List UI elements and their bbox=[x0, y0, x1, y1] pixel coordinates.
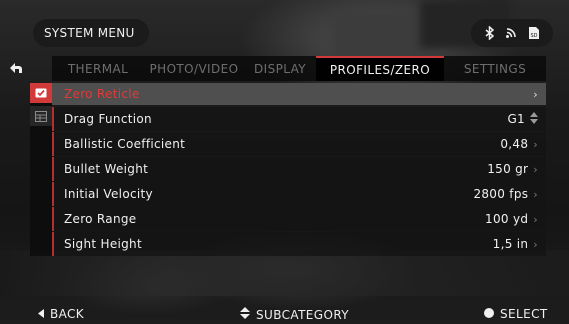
bluetooth-icon bbox=[484, 26, 495, 40]
list-item-label: Zero Range bbox=[64, 212, 137, 226]
back-hint[interactable]: BACK bbox=[38, 307, 84, 321]
tab-profiles-zero[interactable]: PROFILES/ZERO bbox=[316, 56, 444, 81]
tab-photo-video[interactable]: PHOTO/VIDEO bbox=[144, 56, 244, 81]
back-arrow-icon[interactable] bbox=[9, 60, 23, 74]
chevron-right-icon: › bbox=[533, 162, 538, 176]
list-item-initial-velocity[interactable]: Initial Velocity 2800 fps › bbox=[52, 182, 546, 206]
chevron-right-icon: › bbox=[533, 137, 538, 151]
list-item-label: Sight Height bbox=[64, 237, 142, 251]
list-item-label: Drag Function bbox=[64, 112, 152, 126]
list-item-label: Ballistic Coefficient bbox=[64, 137, 186, 151]
back-label: BACK bbox=[50, 307, 85, 321]
up-down-arrows-icon bbox=[240, 307, 250, 322]
tab-settings[interactable]: SETTINGS bbox=[444, 56, 546, 81]
list-item-label: Initial Velocity bbox=[64, 187, 153, 201]
list-item-zero-reticle[interactable]: Zero Reticle › bbox=[52, 83, 546, 105]
sd-card-icon: SD bbox=[528, 26, 540, 40]
list-item-value: 2800 fps bbox=[473, 187, 529, 201]
tab-display[interactable]: DISPLAY bbox=[244, 56, 316, 81]
select-label: SELECT bbox=[500, 307, 548, 321]
system-menu-title: SYSTEM MENU bbox=[33, 19, 149, 47]
checkmark-icon[interactable] bbox=[30, 83, 52, 103]
list-item-ballistic-coefficient[interactable]: Ballistic Coefficient 0,48 › bbox=[52, 132, 546, 156]
subcategory-label: SUBCATEGORY bbox=[256, 307, 350, 322]
triangle-left-icon bbox=[38, 307, 44, 321]
page-title: SYSTEM MENU bbox=[44, 26, 135, 40]
list-item-label: Zero Reticle bbox=[64, 87, 140, 101]
list-item-value: 0,48 bbox=[500, 137, 529, 151]
list-item-zero-range[interactable]: Zero Range 100 yd › bbox=[52, 207, 546, 231]
table-icon[interactable] bbox=[30, 106, 52, 126]
list-item-sight-height[interactable]: Sight Height 1,5 in › bbox=[52, 232, 546, 256]
chevron-right-icon: › bbox=[533, 87, 538, 101]
list-item-value: 1,5 in bbox=[492, 237, 529, 251]
svg-text:SD: SD bbox=[531, 33, 538, 39]
footer-hints: BACK SUBCATEGORY SELECT bbox=[0, 304, 569, 324]
chevron-right-icon: › bbox=[533, 212, 538, 226]
circle-button-icon bbox=[484, 307, 494, 321]
list-item-drag-function[interactable]: Drag Function G1 bbox=[52, 107, 546, 131]
status-bar: SD bbox=[471, 19, 553, 47]
list-item-label: Bullet Weight bbox=[64, 162, 149, 176]
wifi-icon bbox=[504, 26, 518, 40]
chevron-right-icon: › bbox=[533, 237, 538, 251]
tab-bar: THERMAL PHOTO/VIDEO DISPLAY PROFILES/ZER… bbox=[52, 56, 546, 81]
select-hint[interactable]: SELECT bbox=[484, 307, 548, 321]
chevron-right-icon: › bbox=[533, 187, 538, 201]
list-item-value: 100 yd bbox=[485, 212, 529, 226]
list-item-value: 150 gr bbox=[487, 162, 529, 176]
up-down-arrows-icon[interactable] bbox=[530, 111, 538, 127]
list-item-value: G1 bbox=[507, 112, 525, 126]
list-item-bullet-weight[interactable]: Bullet Weight 150 gr › bbox=[52, 157, 546, 181]
settings-list: Zero Reticle › Drag Function G1 Ballisti… bbox=[52, 83, 546, 257]
subcategory-hint[interactable]: SUBCATEGORY bbox=[240, 307, 349, 322]
tab-thermal[interactable]: THERMAL bbox=[52, 56, 144, 81]
